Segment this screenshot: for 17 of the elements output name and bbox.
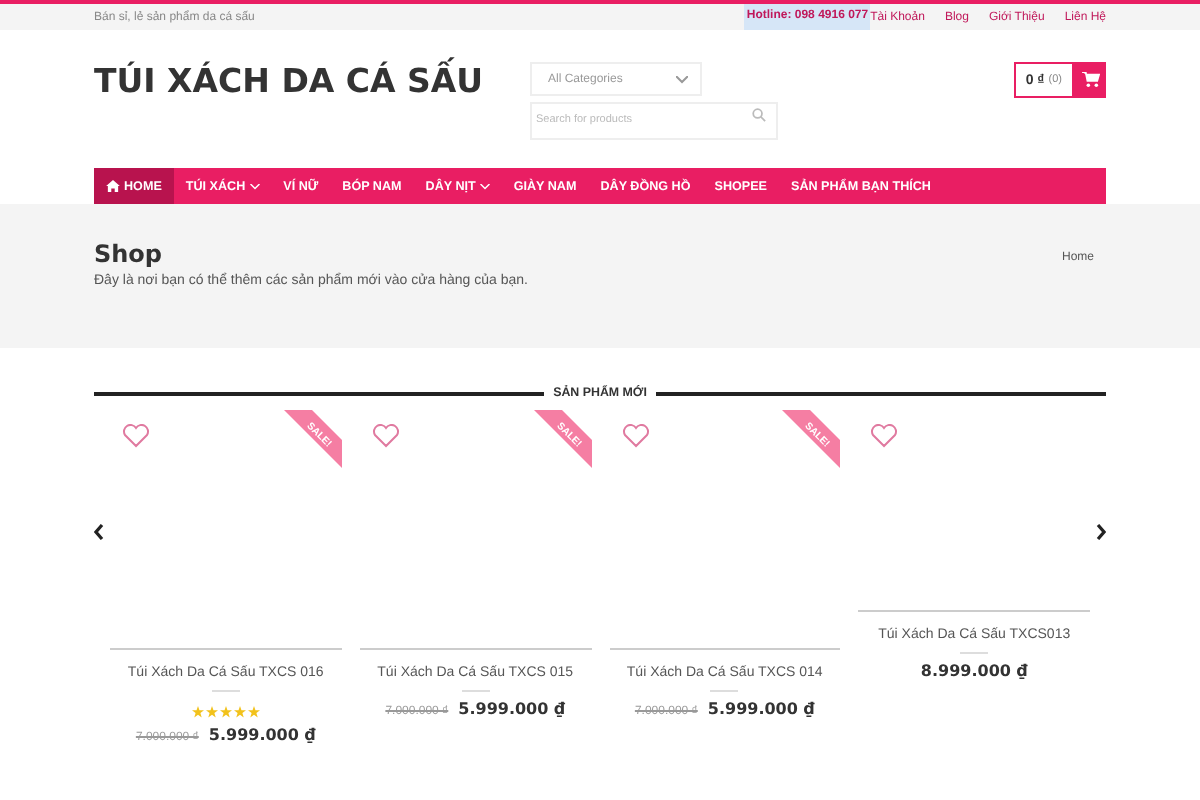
heart-icon[interactable] xyxy=(371,424,400,448)
heart-icon[interactable] xyxy=(621,424,649,448)
search-icon[interactable] xyxy=(752,108,766,122)
chevron-icon xyxy=(479,183,490,189)
chevron-icon xyxy=(249,183,260,189)
home-icon xyxy=(106,180,120,192)
page-title: Shop xyxy=(94,240,165,268)
heart-icon[interactable] xyxy=(122,424,150,448)
product-price: 5.999.000 ₫ xyxy=(458,700,566,718)
site-logo[interactable]: TÚI XÁCH DA CÁ SẤU xyxy=(94,62,530,100)
cart-button[interactable] xyxy=(1074,62,1106,98)
cart-icon xyxy=(1081,72,1099,88)
product-price: 5.999.000 ₫ xyxy=(208,726,316,744)
heart-icon[interactable] xyxy=(870,424,899,448)
chevron-icon xyxy=(676,75,688,83)
product-price: 8.999.000 ₫ xyxy=(920,662,1028,680)
product-price: 5.999.000 ₫ xyxy=(707,700,815,718)
